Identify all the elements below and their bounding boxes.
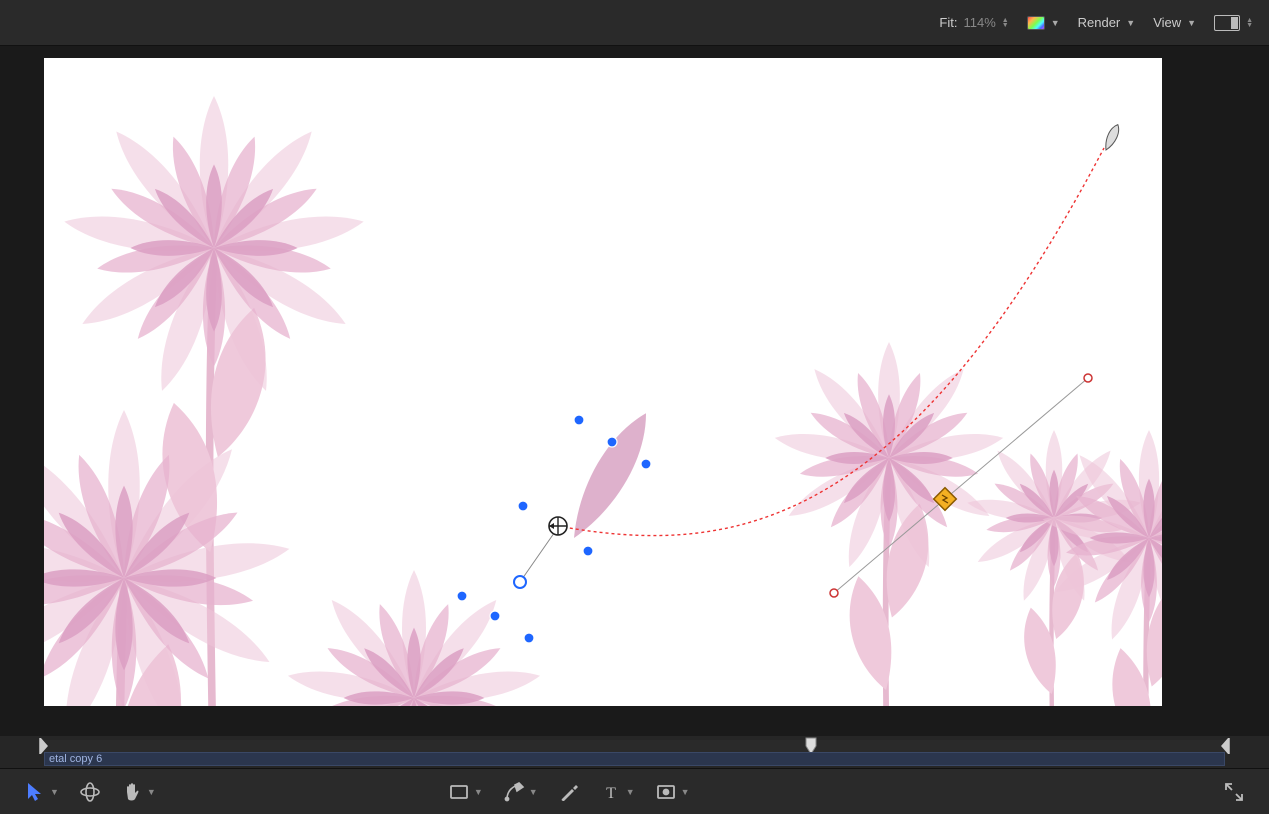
fit-value: 114% (963, 15, 995, 30)
chevron-down-icon: ▼ (529, 787, 538, 797)
select-tool[interactable]: ▼ (20, 777, 63, 807)
mini-timeline: etal copy 6 (0, 736, 1269, 768)
selection-handle[interactable] (457, 591, 467, 601)
stepper-icon: ▲▼ (1002, 18, 1009, 28)
color-swatch-icon (1027, 16, 1045, 30)
selection-handle-center[interactable] (514, 576, 526, 588)
selected-petal (559, 405, 660, 547)
rectangle-tool-icon (448, 781, 470, 803)
top-toolbar: Fit: 114% ▲▼ ▼ Render ▼ View ▼ ▲▼ (0, 0, 1269, 46)
chevron-down-icon: ▼ (681, 787, 690, 797)
viewport-layout-menu[interactable]: ▲▼ (1214, 15, 1253, 31)
stepper-icon: ▲▼ (1246, 18, 1253, 28)
view-menu[interactable]: View ▼ (1153, 15, 1196, 30)
orbit-tool-icon (79, 781, 101, 803)
selection-handle[interactable] (574, 415, 584, 425)
hand-tool-icon (121, 781, 143, 803)
chevron-down-icon: ▼ (1126, 18, 1135, 28)
fit-label: Fit: (939, 15, 957, 30)
canvas-scene (44, 58, 1162, 706)
mask-tool[interactable]: ▼ (651, 777, 694, 807)
color-channel-picker[interactable]: ▼ (1027, 16, 1060, 30)
tangent-handle-end[interactable] (830, 589, 838, 597)
shape-tool[interactable]: ▼ (444, 777, 487, 807)
pen-tool[interactable]: ▼ (499, 777, 542, 807)
clip-label: etal copy 6 (49, 753, 102, 765)
chevron-down-icon: ▼ (474, 787, 483, 797)
canvas-wrap (0, 46, 1269, 736)
text-tool-icon: T (600, 781, 622, 803)
selection-handle[interactable] (583, 546, 593, 556)
fit-zoom-control[interactable]: Fit: 114% ▲▼ (939, 15, 1008, 30)
chevron-down-icon: ▼ (1051, 18, 1060, 28)
render-label: Render (1078, 15, 1121, 30)
expand-viewport-button[interactable] (1219, 777, 1249, 807)
selection-handle[interactable] (524, 633, 534, 643)
selection-handle[interactable] (641, 459, 651, 469)
canvas[interactable] (44, 58, 1162, 706)
chevron-down-icon: ▼ (147, 787, 156, 797)
pen-tool-icon (503, 781, 525, 803)
chevron-down-icon: ▼ (50, 787, 59, 797)
brush-tool-icon (558, 781, 580, 803)
expand-icon (1223, 781, 1245, 803)
chevron-down-icon: ▼ (626, 787, 635, 797)
chevron-down-icon: ▼ (1187, 18, 1196, 28)
brush-tool[interactable] (554, 777, 584, 807)
render-menu[interactable]: Render ▼ (1078, 15, 1136, 30)
timeline-clip[interactable]: etal copy 6 (44, 752, 1225, 766)
aspect-ratio-icon (1214, 15, 1240, 31)
bottom-toolbar: ▼ ▼ ▼ ▼ (0, 768, 1269, 814)
view-label: View (1153, 15, 1181, 30)
selection-handle[interactable] (607, 437, 617, 447)
hand-tool[interactable]: ▼ (117, 777, 160, 807)
mask-tool-icon (655, 781, 677, 803)
anchor-point[interactable] (549, 517, 567, 535)
svg-text:T: T (606, 785, 616, 802)
timeline-track[interactable] (44, 740, 1225, 752)
text-tool[interactable]: T ▼ (596, 777, 639, 807)
selection-handle[interactable] (518, 501, 528, 511)
arrow-tool-icon (24, 781, 46, 803)
selection-handle[interactable] (490, 611, 500, 621)
path-end-object[interactable] (1102, 123, 1122, 152)
orbit-tool[interactable] (75, 777, 105, 807)
tangent-handle-end[interactable] (1084, 374, 1092, 382)
